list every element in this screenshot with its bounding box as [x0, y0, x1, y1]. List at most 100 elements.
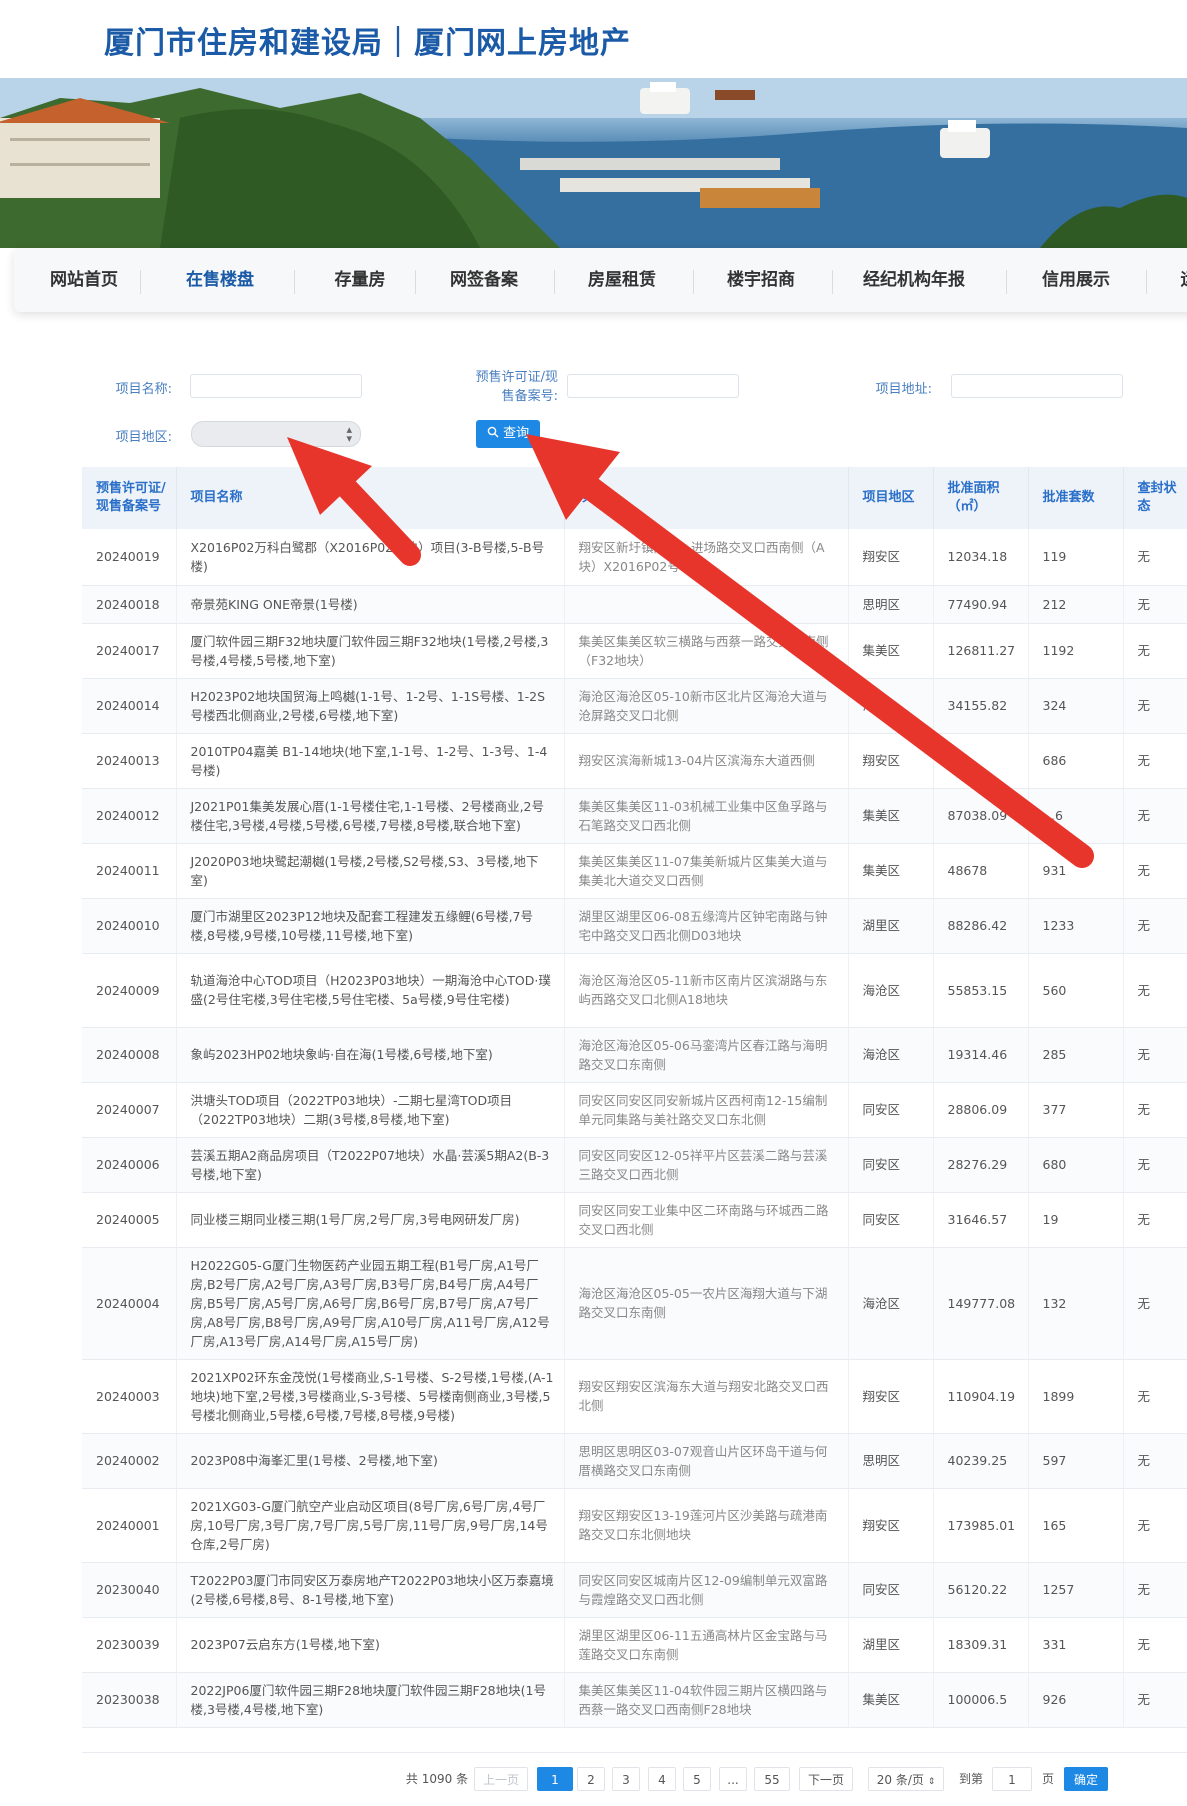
goto-page-input[interactable]: 1 — [992, 1767, 1032, 1791]
cell-name[interactable]: 厦门市湖里区2023P12地块及配套工程建发五缘鲤(6号楼,7号楼,8号楼,9号… — [176, 898, 565, 954]
page-button-last[interactable]: 55 — [754, 1767, 790, 1791]
cell-seal: 无 — [1123, 1027, 1187, 1083]
page-button-2[interactable]: 2 — [577, 1767, 605, 1791]
table-row[interactable]: 20230038 2022JP06厦门软件园三期F28地块厦门软件园三期F28地块… — [82, 1672, 1187, 1728]
table-row[interactable]: 20240001 2021XG03-G厦门航空产业启动区项目(8号厂房,6号厂房,… — [82, 1488, 1187, 1563]
table-row[interactable]: 20240011 J2020P03地块鹭起潮樾(1号楼,2号楼,S2号楼,S3、3… — [82, 843, 1187, 899]
table-row[interactable]: 20240008 象屿2023HP02地块象屿·自在海(1号楼,6号楼,地下室) 海… — [82, 1027, 1187, 1083]
page-size-select[interactable]: 20 条/页 ⇕ — [868, 1767, 944, 1791]
updown-caret-icon: ▴ ▾ — [346, 423, 352, 445]
cell-units: 324 — [1028, 678, 1124, 734]
next-page-button[interactable]: 下一页 — [799, 1767, 853, 1791]
prev-page-button[interactable]: 上一页 — [474, 1767, 528, 1791]
cell-name[interactable]: 2023P08中海峯汇里(1号楼、2号楼,地下室) — [176, 1433, 565, 1489]
table-row[interactable]: 20240014 H2023P02地块国贸海上鸣樾(1-1号、1-2号、1-1S号… — [82, 678, 1187, 734]
cell-seal: 无 — [1123, 1359, 1187, 1434]
table-row[interactable]: 20240018 帝景苑KING ONE帝景(1号楼) 思明区 77490.94 212… — [82, 585, 1187, 624]
cell-name[interactable]: 芸溪五期A2商品房项目（T2022P07地块）水晶·芸溪5期A2(B-3号楼,地… — [176, 1137, 565, 1193]
page-ellipsis[interactable]: ... — [719, 1767, 747, 1791]
cell-name[interactable]: H2022G05-G厦门生物医药产业园五期工程(B1号厂房,A1号厂房,B2号厂… — [176, 1247, 565, 1360]
page-button-3[interactable]: 3 — [612, 1767, 640, 1791]
banner-image — [0, 78, 1187, 248]
cell-seal: 无 — [1123, 1488, 1187, 1563]
nav-item-on-sale[interactable]: 在售楼盘 — [180, 248, 260, 312]
cell-permit: 20240019 — [82, 529, 177, 586]
cell-area: 88286.42 — [933, 898, 1029, 954]
cell-name[interactable]: 洪塘头TOD项目（2022TP03地块）-二期七星湾TOD项目（2022TP03… — [176, 1082, 565, 1138]
cell-address — [564, 585, 849, 624]
cell-area: 18309.31 — [933, 1617, 1029, 1673]
table-row[interactable]: 20240007 洪塘头TOD项目（2022TP03地块）-二期七星湾TOD项目（… — [82, 1082, 1187, 1138]
cell-units: 1899 — [1028, 1359, 1124, 1434]
nav-item-agency-reports[interactable]: 经纪机构年报 — [854, 248, 974, 312]
cell-address: 海沧区海沧区05-05一农片区海翔大道与下湖路交叉口东南侧 — [564, 1247, 849, 1360]
cell-name[interactable]: 2010TP04嘉美 B1-14地块(地下室,1-1号、1-2号、1-3号、1-… — [176, 733, 565, 789]
cell-name[interactable]: 2022JP06厦门软件园三期F28地块厦门软件园三期F28地块(1号楼,3号楼… — [176, 1672, 565, 1728]
cell-area: 149777.08 — [933, 1247, 1029, 1360]
project-address-input[interactable] — [951, 374, 1123, 398]
cell-name[interactable]: H2023P02地块国贸海上鸣樾(1-1号、1-2号、1-1S号楼、1-2S号楼… — [176, 678, 565, 734]
cell-name[interactable]: T2022P03厦门市同安区万泰房地产T2022P03地块小区万泰嘉境(2号楼,… — [176, 1562, 565, 1618]
nav-item-rental[interactable]: 房屋租赁 — [582, 248, 662, 312]
cell-area: 40239.25 — [933, 1433, 1029, 1489]
nav-item-existing-homes[interactable]: 存量房 — [320, 248, 400, 312]
nav-item-contract-filing[interactable]: 网签备案 — [444, 248, 524, 312]
col-header-seal: 查封状态 — [1123, 467, 1187, 529]
page-button-1[interactable]: 1 — [537, 1767, 573, 1791]
nav-item-office-leasing[interactable]: 楼宇招商 — [721, 248, 801, 312]
table-row[interactable]: 20240004 H2022G05-G厦门生物医药产业园五期工程(B1号厂房,A1… — [82, 1247, 1187, 1360]
goto-confirm-button[interactable]: 确定 — [1064, 1767, 1108, 1791]
nav-item-home[interactable]: 网站首页 — [44, 248, 124, 312]
table-row[interactable]: 20240019 X2016P02万科白鹭郡（X2016P02地块）项目(3-B号… — [82, 529, 1187, 586]
nav-divider — [415, 270, 416, 294]
table-row[interactable]: 20240012 J2021P01集美发展心厝(1-1号楼住宅,1-1号楼、2号楼… — [82, 788, 1187, 844]
table-row[interactable]: 20240006 芸溪五期A2商品房项目（T2022P07地块）水晶·芸溪5期A2… — [82, 1137, 1187, 1193]
cell-address: 海沧区海沧区05-10新市区北片区海沧大道与沧屏路交叉口北侧 — [564, 678, 849, 734]
table-row[interactable]: 20230040 T2022P03厦门市同安区万泰房地产T2022P03地块小区万… — [82, 1562, 1187, 1618]
table-row[interactable]: 20240017 厦门软件园三期F32地块厦门软件园三期F32地块(1号楼,2号楼… — [82, 623, 1187, 679]
project-name-input[interactable] — [190, 374, 362, 398]
cell-district: 同安区 — [848, 1562, 934, 1618]
cell-permit: 20240017 — [82, 623, 177, 679]
cell-area: 173985.01 — [933, 1488, 1029, 1563]
table-row[interactable]: 20240009 轨道海沧中心TOD项目（H2023P03地块）一期海沧中心TOD… — [82, 953, 1187, 1028]
table-row[interactable]: 20240003 2021XP02环东金茂悦(1号楼商业,S-1号楼、S-2号楼,… — [82, 1359, 1187, 1434]
table-row[interactable]: 20240013 2010TP04嘉美 B1-14地块(地下室,1-1号、1-2号… — [82, 733, 1187, 789]
nav-item-credit[interactable]: 信用展示 — [1036, 248, 1116, 312]
cell-name[interactable]: 同业楼三期同业楼三期(1号厂房,2号厂房,3号电网研发厂房) — [176, 1192, 565, 1248]
cell-permit: 20240009 — [82, 953, 177, 1028]
cell-address: 海沧区海沧区05-11新市区南片区滨湖路与东屿西路交叉口北侧A18地块 — [564, 953, 849, 1028]
cell-permit: 20240008 — [82, 1027, 177, 1083]
cell-name[interactable]: 2021XG03-G厦门航空产业启动区项目(8号厂房,6号厂房,4号厂房,10号… — [176, 1488, 565, 1563]
cell-name[interactable]: 轨道海沧中心TOD项目（H2023P03地块）一期海沧中心TOD·璞盛(2号住宅… — [176, 953, 565, 1028]
cell-name[interactable]: 厦门软件园三期F32地块厦门软件园三期F32地块(1号楼,2号楼,3号楼,4号楼… — [176, 623, 565, 679]
cell-permit: 20230039 — [82, 1617, 177, 1673]
cell-name[interactable]: 2023P07云启东方(1号楼,地下室) — [176, 1617, 565, 1673]
cell-name[interactable]: J2021P01集美发展心厝(1-1号楼住宅,1-1号楼、2号楼商业,2号楼住宅… — [176, 788, 565, 844]
cell-name[interactable]: X2016P02万科白鹭郡（X2016P02地块）项目(3-B号楼,5-B号楼) — [176, 529, 565, 586]
pagination: 共 1090 条 上一页 1 2 3 4 5 ... 55 下一页 20 条/页… — [82, 1752, 1187, 1806]
cell-name[interactable]: 帝景苑KING ONE帝景(1号楼) — [176, 585, 565, 624]
search-button[interactable]: 查询 — [476, 420, 540, 448]
table-row[interactable]: 20230039 2023P07云启东方(1号楼,地下室) 湖里区湖里区06-11五… — [82, 1617, 1187, 1673]
cell-name[interactable]: 2021XP02环东金茂悦(1号楼商业,S-1号楼、S-2号楼,1号楼,(A-1… — [176, 1359, 565, 1434]
permit-number-input[interactable] — [567, 374, 739, 398]
cell-units: 331 — [1028, 1617, 1124, 1673]
page-button-5[interactable]: 5 — [683, 1767, 711, 1791]
district-select[interactable]: ▴ ▾ — [191, 421, 361, 447]
cell-district: 翔安区 — [848, 529, 934, 586]
cell-name[interactable]: 象屿2023HP02地块象屿·自在海(1号楼,6号楼,地下室) — [176, 1027, 565, 1083]
table-row[interactable]: 20240005 同业楼三期同业楼三期(1号厂房,2号厂房,3号电网研发厂房) 同安… — [82, 1192, 1187, 1248]
cell-permit: 20230040 — [82, 1562, 177, 1618]
table-row[interactable]: 20240010 厦门市湖里区2023P12地块及配套工程建发五缘鲤(6号楼,7号… — [82, 898, 1187, 954]
cell-address: 同安区同安区12-05祥平片区芸溪二路与芸溪三路交叉口西北侧 — [564, 1137, 849, 1193]
cell-area: 56120.22 — [933, 1562, 1029, 1618]
cell-district: 海沧… — [848, 678, 934, 734]
nav-item-more[interactable]: 运 — [1174, 248, 1187, 312]
nav-divider — [1146, 270, 1147, 294]
cell-seal: 无 — [1123, 953, 1187, 1028]
cell-name[interactable]: J2020P03地块鹭起潮樾(1号楼,2号楼,S2号楼,S3、3号楼,地下室) — [176, 843, 565, 899]
page-button-4[interactable]: 4 — [648, 1767, 676, 1791]
table-row[interactable]: 20240002 2023P08中海峯汇里(1号楼、2号楼,地下室) 思明区思明区0… — [82, 1433, 1187, 1489]
cell-units: 119 — [1028, 529, 1124, 586]
